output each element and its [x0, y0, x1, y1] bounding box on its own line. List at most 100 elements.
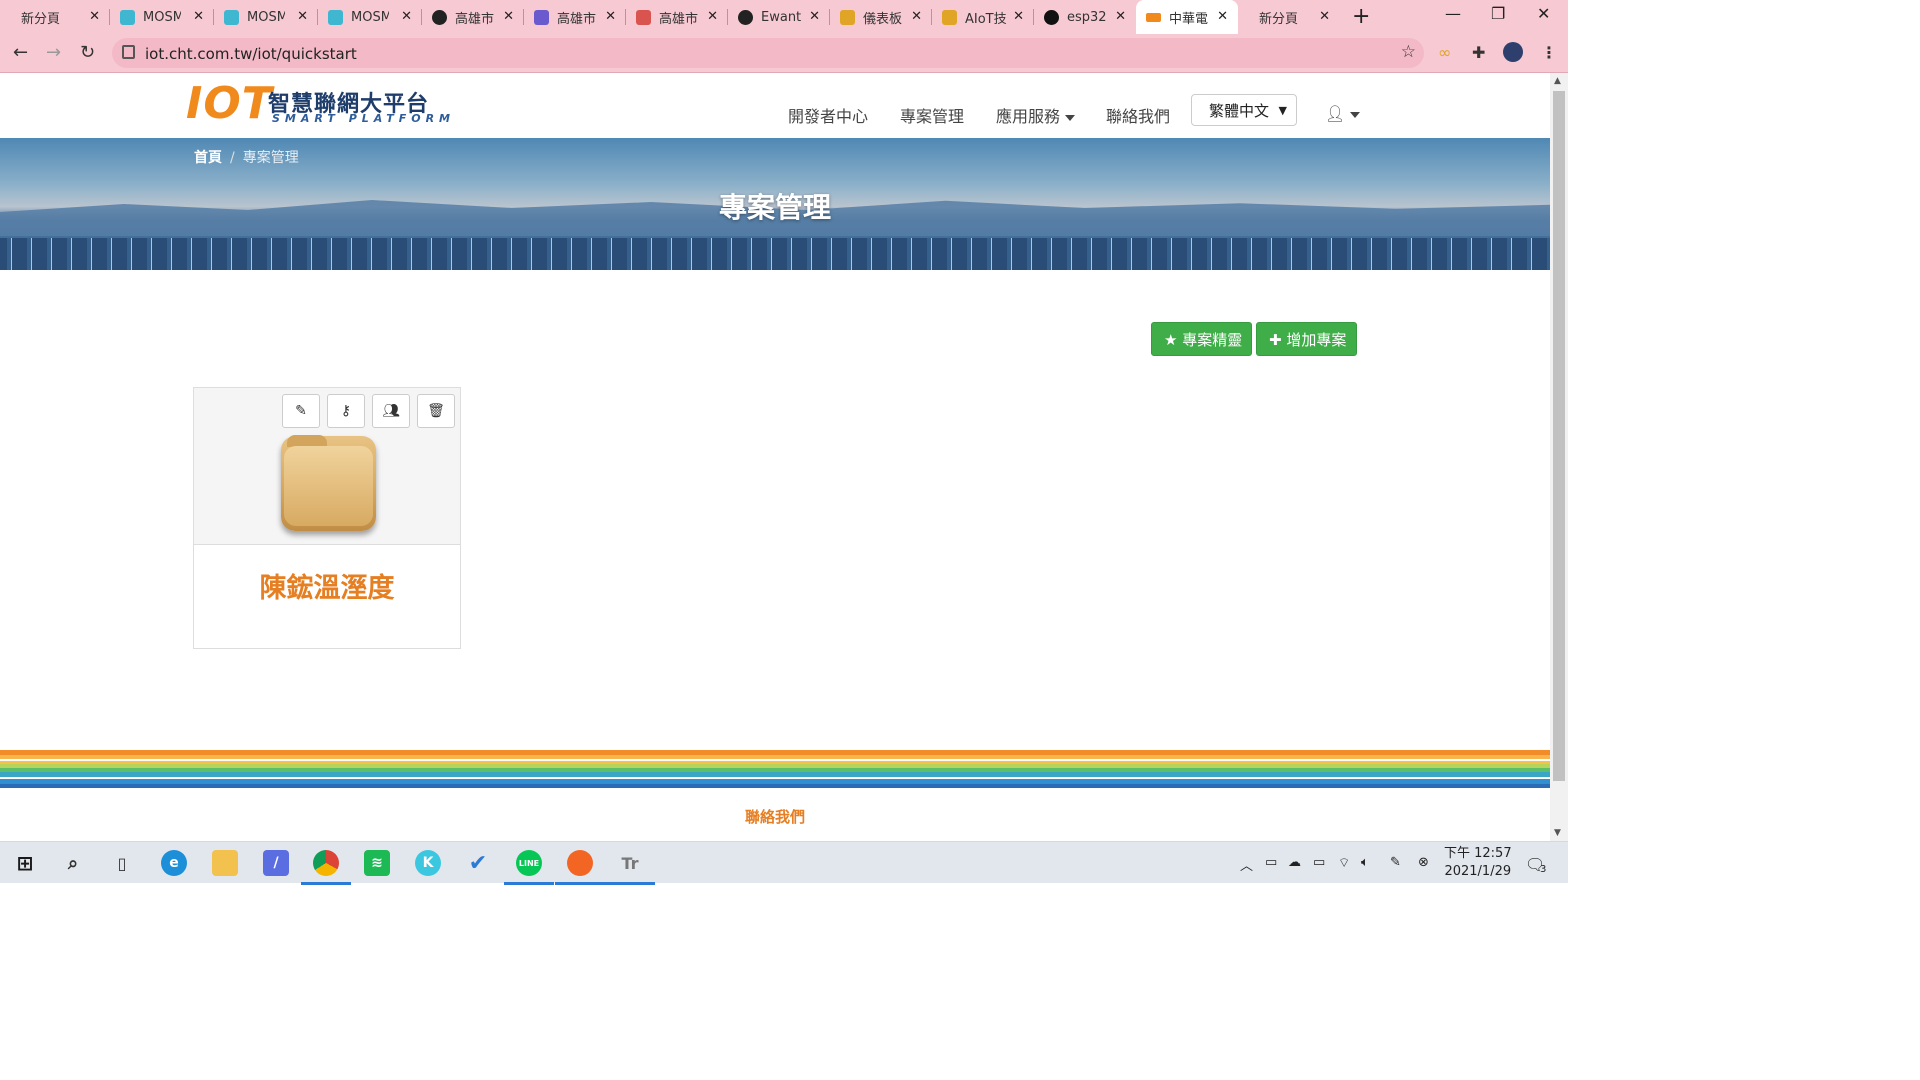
- browser-tab[interactable]: MOSME ✕: [214, 0, 318, 34]
- project-key-button[interactable]: ⚷: [327, 394, 365, 428]
- user-menu[interactable]: 👤︎: [1325, 104, 1361, 123]
- clock-time: 下午 12:57: [1444, 846, 1512, 861]
- caret-down-icon: [1350, 111, 1361, 118]
- browser-tab[interactable]: Ewant ✕: [728, 0, 830, 34]
- minimize-icon[interactable]: —: [1445, 4, 1461, 23]
- browser-tab[interactable]: 高雄市 ✕: [524, 0, 626, 34]
- windows-start-icon[interactable]: ⊞: [12, 850, 38, 876]
- scroll-down-icon[interactable]: ▼: [1554, 828, 1561, 838]
- users-icon: 👥︎: [382, 403, 400, 419]
- todo-check-icon[interactable]: ✔: [465, 850, 491, 876]
- github-icon: [1044, 9, 1059, 25]
- dashboard-favicon-icon: [840, 9, 855, 25]
- language-select[interactable]: 繁體中文 ▼: [1191, 94, 1297, 126]
- browser-tab[interactable]: 儀表板 ✕: [830, 0, 932, 34]
- close-tab-icon[interactable]: ✕: [89, 9, 100, 24]
- close-tab-icon[interactable]: ✕: [193, 9, 204, 24]
- add-project-button[interactable]: ✚ 增加專案: [1256, 322, 1357, 356]
- bookmark-star-icon[interactable]: ☆: [1401, 42, 1416, 62]
- iot-logo[interactable]: IOT: [186, 78, 273, 129]
- browser-tab[interactable]: 高雄市 ✕: [626, 0, 728, 34]
- restore-icon[interactable]: ❐: [1491, 4, 1505, 23]
- delete-project-button[interactable]: 🗑︎: [417, 394, 455, 428]
- profile-avatar-icon[interactable]: [1503, 42, 1523, 62]
- search-icon[interactable]: ⌕: [60, 850, 86, 876]
- nav-application-services[interactable]: 應用服務: [996, 103, 1076, 127]
- browser-tab[interactable]: 新分頁 ✕: [1238, 0, 1340, 34]
- close-tab-icon[interactable]: ✕: [1319, 9, 1330, 24]
- line-icon[interactable]: LINE: [504, 850, 554, 885]
- tab-title: AIoT技: [965, 11, 1007, 27]
- nav-contact[interactable]: 聯絡我們: [1106, 103, 1170, 127]
- close-tab-icon[interactable]: ✕: [1013, 9, 1024, 24]
- origin-icon[interactable]: [555, 850, 605, 885]
- page-scrollbar[interactable]: ▲ ▼: [1550, 73, 1568, 841]
- wifi-icon[interactable]: ⌔: [1338, 855, 1350, 871]
- puzzle-extensions-icon[interactable]: ✚: [1472, 43, 1485, 62]
- chrome-icon[interactable]: [301, 850, 351, 885]
- close-tab-icon[interactable]: ✕: [707, 9, 718, 24]
- project-name[interactable]: 陳鋐溫溼度: [194, 566, 460, 605]
- onedrive-icon[interactable]: ☁: [1288, 855, 1301, 870]
- status-icon[interactable]: ⊗: [1418, 855, 1429, 870]
- close-tab-icon[interactable]: ✕: [1217, 9, 1228, 24]
- tab-title: MOSME: [143, 9, 181, 25]
- kkbox-icon[interactable]: K: [415, 850, 441, 876]
- close-tab-icon[interactable]: ✕: [401, 9, 412, 24]
- browser-tab[interactable]: 高雄市 ✕: [422, 0, 524, 34]
- close-tab-icon[interactable]: ✕: [809, 9, 820, 24]
- browser-tab[interactable]: MOSME ✕: [110, 0, 214, 34]
- typora-icon[interactable]: Tr: [605, 850, 655, 885]
- folder-icon[interactable]: [281, 435, 376, 531]
- key-icon: ⚷: [340, 403, 352, 419]
- address-bar[interactable]: iot.cht.com.tw/iot/quickstart ☆: [112, 38, 1424, 68]
- close-tab-icon[interactable]: ✕: [911, 9, 922, 24]
- browser-menu-icon[interactable]: ⋮: [1541, 43, 1557, 62]
- browser-tab[interactable]: esp32 ✕: [1034, 0, 1136, 34]
- tab-title: 高雄市: [659, 11, 699, 27]
- browser-tab[interactable]: MOSME ✕: [318, 0, 422, 34]
- project-wizard-button[interactable]: ★ 專案精靈: [1151, 322, 1252, 356]
- project-card[interactable]: ✎ ⚷ 👥︎ 🗑︎ 陳鋐溫溼度: [193, 387, 461, 649]
- tab-title: 儀表板: [863, 11, 903, 27]
- meet-icon[interactable]: ▭: [1265, 855, 1277, 870]
- app-icon[interactable]: /: [263, 850, 289, 876]
- close-tab-icon[interactable]: ✕: [1115, 9, 1126, 24]
- nav-project-management[interactable]: 專案管理: [900, 103, 964, 127]
- volume-icon[interactable]: 🔈︎: [1361, 855, 1369, 870]
- url-text[interactable]: iot.cht.com.tw/iot/quickstart: [145, 45, 357, 63]
- plus-icon: ✚: [1269, 331, 1282, 349]
- browser-tab[interactable]: 新分頁 ✕: [0, 0, 110, 34]
- scroll-up-icon[interactable]: ▲: [1554, 76, 1561, 86]
- extension-icon[interactable]: ∞: [1438, 43, 1451, 62]
- nav-developer-center[interactable]: 開發者中心: [788, 103, 868, 127]
- forward-arrow-icon[interactable]: →: [46, 42, 61, 63]
- browser-tab-active[interactable]: 中華電 ✕: [1136, 0, 1238, 34]
- tab-title: 高雄市: [455, 11, 495, 27]
- edit-project-button[interactable]: ✎: [282, 394, 320, 428]
- browser-tab[interactable]: AIoT技 ✕: [932, 0, 1034, 34]
- reload-icon[interactable]: ↻: [80, 42, 95, 63]
- chevron-up-icon[interactable]: ︿: [1240, 855, 1253, 874]
- close-tab-icon[interactable]: ✕: [297, 9, 308, 24]
- close-tab-icon[interactable]: ✕: [605, 9, 616, 24]
- back-arrow-icon[interactable]: ←: [13, 42, 28, 63]
- nav-label: 應用服務: [996, 107, 1061, 126]
- notification-count: 3: [1540, 864, 1547, 875]
- project-members-button[interactable]: 👥︎: [372, 394, 410, 428]
- footer-contact-link[interactable]: 聯絡我們: [0, 806, 1550, 827]
- tab-title: 新分頁: [21, 11, 61, 27]
- edge-icon[interactable]: e: [161, 850, 187, 876]
- breadcrumb-home[interactable]: 首頁: [194, 150, 222, 166]
- scrollbar-thumb[interactable]: [1553, 91, 1565, 781]
- system-clock[interactable]: 下午 12:57 2021/1/29: [1444, 845, 1512, 881]
- new-tab-button[interactable]: +: [1352, 4, 1370, 29]
- pen-icon[interactable]: ✎: [1390, 855, 1401, 870]
- file-explorer-icon[interactable]: [212, 850, 238, 876]
- spotify-icon[interactable]: ≋: [364, 850, 390, 876]
- close-tab-icon[interactable]: ✕: [503, 9, 514, 24]
- caret-down-icon: [1065, 114, 1076, 121]
- task-view-icon[interactable]: ▯: [109, 850, 135, 876]
- close-window-icon[interactable]: ✕: [1537, 4, 1550, 23]
- battery-icon[interactable]: ▭: [1313, 855, 1325, 870]
